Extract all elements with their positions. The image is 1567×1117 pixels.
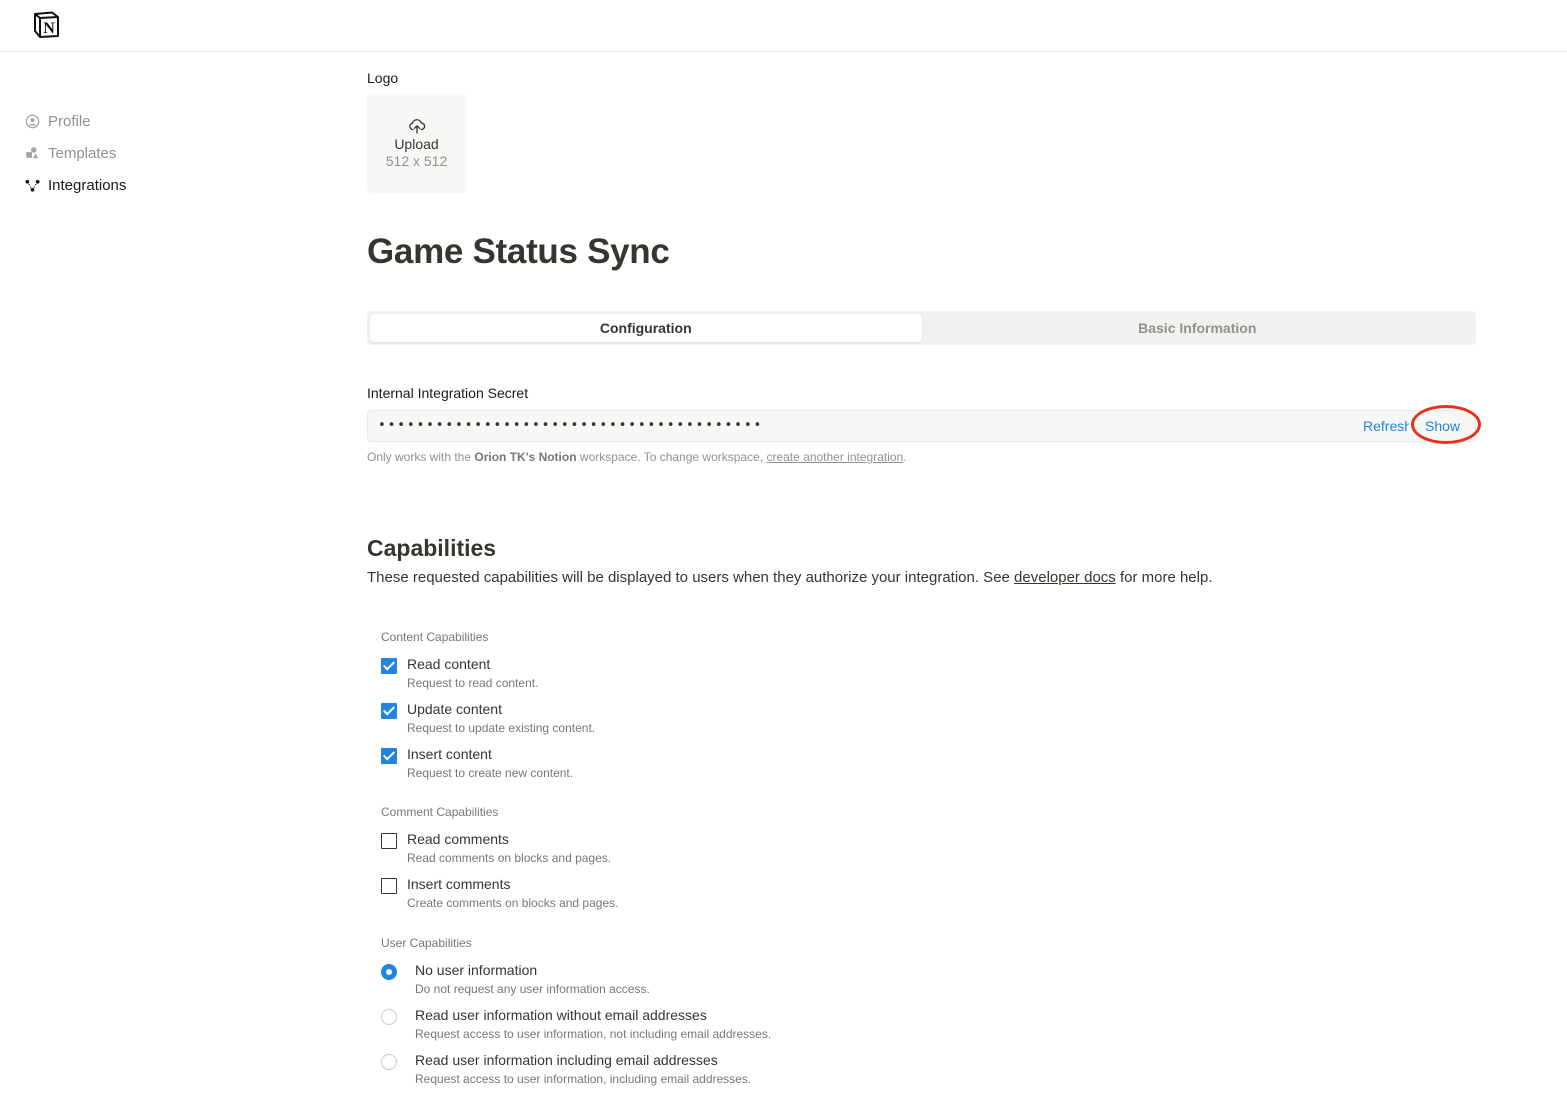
read-comments-checkbox[interactable] [381,833,397,849]
logo-label: Logo [367,70,399,86]
option-title: Read user information without email addr… [415,1007,707,1023]
option-description: Do not request any user information acce… [415,982,650,996]
option-title: Insert comments [407,876,511,892]
secret-field[interactable]: ••••••••••••••••••••••••••••••••••••••••… [367,410,1476,442]
secret-masked-value: •••••••••••••••••••••••••••••••••••••••• [378,418,764,433]
update-content-checkbox[interactable] [381,703,397,719]
option-description: Create comments on blocks and pages. [407,896,619,910]
sidebar-item-integrations[interactable]: Integrations [24,169,224,201]
option-title: No user information [415,962,538,978]
create-integration-link[interactable]: create another integration [766,450,903,464]
refresh-secret-button[interactable]: Refresh [1363,418,1409,434]
developer-docs-link[interactable]: developer docs [1014,569,1116,586]
logo-upload-button[interactable]: Upload 512 x 512 [367,94,466,193]
upload-label: Upload [394,136,439,152]
workspace-name: Orion TK's Notion [474,450,577,464]
tab-configuration[interactable]: Configuration [370,314,922,342]
option-title: Insert content [407,746,492,762]
content-capabilities-label: Content Capabilities [381,630,489,644]
sidebar-item-templates[interactable]: Templates [24,137,224,169]
svg-text:N: N [43,20,55,37]
secret-label: Internal Integration Secret [367,385,529,401]
option-description: Read comments on blocks and pages. [407,851,612,865]
sidebar: Profile Templates Integrations [24,105,224,201]
profile-icon [24,113,40,129]
option-description: Request to update existing content. [407,721,596,735]
option-description: Request access to user information, not … [415,1027,772,1041]
option-title: Read content [407,656,491,672]
sidebar-item-profile[interactable]: Profile [24,105,224,137]
comment-capabilities-label: Comment Capabilities [381,805,499,819]
option-description: Request access to user information, incl… [415,1072,752,1086]
sidebar-item-label: Integrations [48,176,127,194]
cloud-upload-icon [408,117,426,135]
user-capabilities-label: User Capabilities [381,936,472,950]
option-title: Read comments [407,831,509,847]
show-secret-button[interactable]: Show [1425,418,1460,434]
option-description: Request to create new content. [407,766,574,780]
option-title: Update content [407,701,502,717]
sidebar-item-label: Templates [48,144,117,162]
user-info-without-email-radio[interactable] [381,1009,397,1025]
sidebar-item-label: Profile [48,112,91,130]
page-title: Game Status Sync [367,232,670,271]
option-description: Request to read content. [407,676,539,690]
option-title: Read user information including email ad… [415,1052,718,1068]
insert-comments-checkbox[interactable] [381,878,397,894]
secret-help-text: Only works with the Orion TK's Notion wo… [367,450,907,464]
notion-logo-icon[interactable]: N [32,10,61,39]
top-bar: N [0,0,1567,52]
capabilities-title: Capabilities [367,535,497,561]
integrations-icon [24,177,40,193]
insert-content-checkbox[interactable] [381,748,397,764]
upload-dimensions: 512 x 512 [385,153,448,169]
templates-icon [24,145,40,161]
tab-bar: Configuration Basic Information [367,311,1476,345]
read-content-checkbox[interactable] [381,658,397,674]
no-user-info-radio[interactable] [381,964,397,980]
capabilities-description: These requested capabilities will be dis… [367,569,1213,586]
tab-basic-information[interactable]: Basic Information [922,314,1474,342]
user-info-with-email-radio[interactable] [381,1054,397,1070]
